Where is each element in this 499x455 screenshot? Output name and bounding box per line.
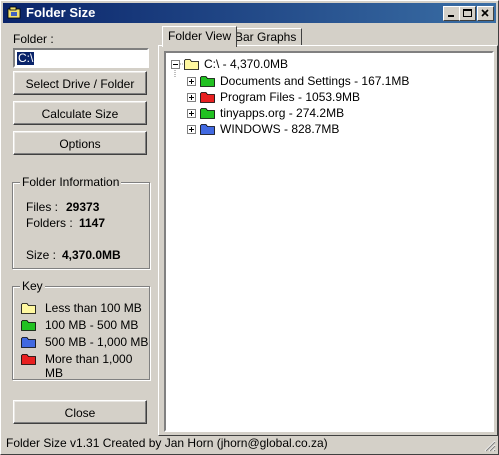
- tree-item[interactable]: Program Files - 1053.9MB: [220, 89, 360, 105]
- expand-icon[interactable]: [187, 109, 196, 118]
- maximize-button[interactable]: [459, 6, 476, 21]
- folder-icon: [21, 301, 37, 315]
- files-value: 29373: [66, 200, 100, 214]
- folder-information-group: Folder Information Files : 29373 Folders…: [12, 175, 150, 269]
- key-item-label: 100 MB - 500 MB: [45, 318, 139, 332]
- key-item-label: Less than 100 MB: [45, 301, 142, 315]
- folder-tree[interactable]: C:\ - 4,370.0MB Documents and Settings - …: [164, 51, 494, 432]
- title-bar[interactable]: Folder Size: [3, 3, 496, 23]
- expand-icon[interactable]: [187, 77, 196, 86]
- select-drive-folder-button[interactable]: Select Drive / Folder: [13, 71, 147, 95]
- tree-item[interactable]: Documents and Settings - 167.1MB: [220, 73, 409, 89]
- key-group: Key Less than 100 MB 100 MB - 500 MB 500 M…: [12, 279, 150, 380]
- folder-icon: [21, 352, 37, 366]
- key-item-label: 500 MB - 1,000 MB: [45, 335, 149, 349]
- tab-folder-view[interactable]: Folder View: [162, 26, 238, 47]
- app-icon: [7, 6, 21, 19]
- calculate-size-button[interactable]: Calculate Size: [13, 101, 147, 125]
- status-bar: Folder Size v1.31 Created by Jan Horn (j…: [6, 436, 328, 450]
- collapse-icon[interactable]: [171, 60, 180, 69]
- tab-bar-graphs[interactable]: Bar Graphs: [229, 28, 303, 46]
- resize-grip-icon[interactable]: [484, 440, 496, 452]
- folder-icon: [184, 57, 200, 71]
- folder-icon: [21, 318, 37, 332]
- folders-label: Folders :: [26, 216, 73, 230]
- tree-root-item[interactable]: C:\ - 4,370.0MB: [204, 56, 288, 72]
- expand-icon[interactable]: [187, 125, 196, 134]
- folders-value: 1147: [79, 216, 106, 230]
- folder-path-value: C:\: [17, 51, 35, 65]
- folder-information-title: Folder Information: [20, 175, 122, 189]
- size-label: Size :: [26, 248, 57, 262]
- folder-path-input[interactable]: C:\: [13, 48, 149, 68]
- app-window: Folder Size Folder : C:\ Select Drive / …: [0, 0, 499, 455]
- folder-icon: [200, 106, 216, 120]
- expand-icon[interactable]: [187, 93, 196, 102]
- minimize-button[interactable]: [443, 6, 460, 21]
- size-value: 4,370.0MB: [62, 248, 121, 262]
- files-label: Files :: [26, 200, 59, 214]
- folder-view-panel: C:\ - 4,370.0MB Documents and Settings - …: [158, 45, 498, 436]
- key-item-label: More than 1,000 MB: [45, 352, 133, 380]
- options-button[interactable]: Options: [13, 131, 147, 155]
- folder-icon: [200, 74, 216, 88]
- folder-icon: [200, 90, 216, 104]
- close-icon: [481, 9, 489, 17]
- window-title: Folder Size: [26, 5, 96, 20]
- close-button[interactable]: Close: [13, 400, 147, 424]
- folder-icon: [200, 122, 216, 136]
- minimize-icon: [448, 15, 454, 17]
- maximize-icon: [463, 9, 472, 17]
- key-title: Key: [20, 279, 45, 293]
- tree-item[interactable]: WINDOWS - 828.7MB: [220, 121, 339, 137]
- folder-icon: [21, 335, 37, 349]
- tree-item[interactable]: tinyapps.org - 274.2MB: [220, 105, 344, 121]
- close-window-button[interactable]: [477, 6, 494, 21]
- folder-label: Folder :: [13, 32, 54, 46]
